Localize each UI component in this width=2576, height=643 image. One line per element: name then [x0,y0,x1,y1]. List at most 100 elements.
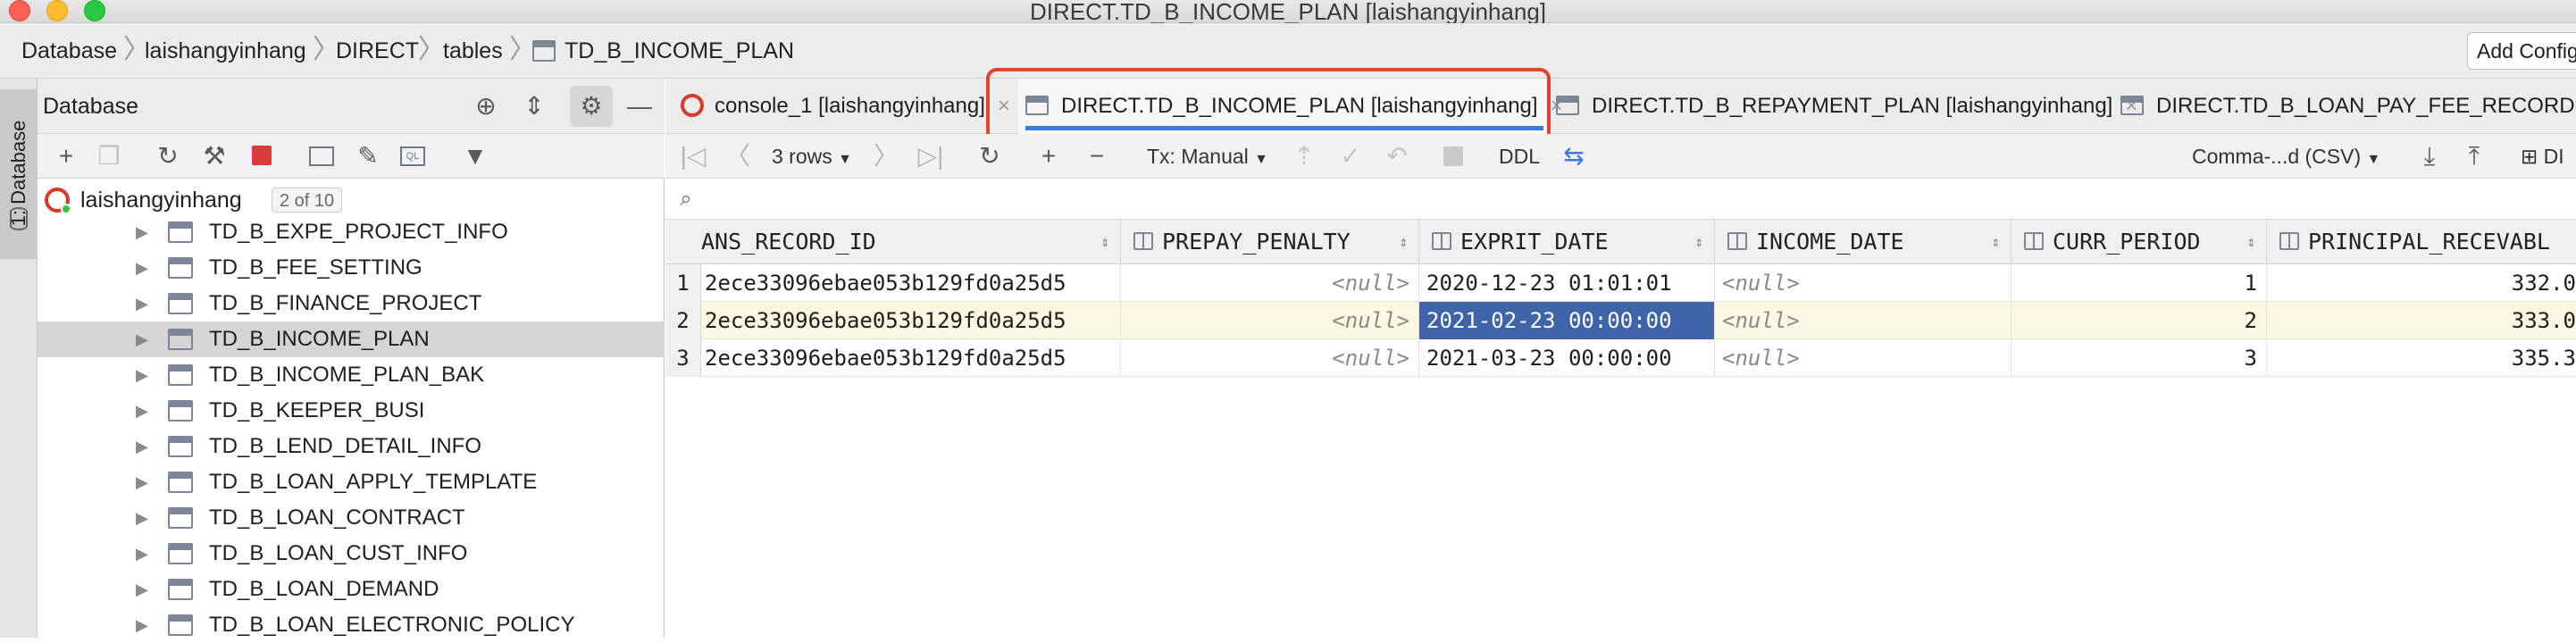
cell-principal-recevable[interactable]: 333.0 [2267,302,2576,339]
cell-exprit-date[interactable]: 2021-03-23 00:00:00 [1419,339,1715,377]
hide-panel-icon[interactable]: — [622,79,657,134]
sort-icon[interactable]: ⇕ [1100,220,1109,264]
add-icon[interactable]: + [50,134,82,179]
filter-icon[interactable]: ▼ [459,134,491,179]
cell-trans-record-id[interactable]: 2ece33096ebae053b129fd0a25d5 [701,339,1121,377]
tree-item-table[interactable]: ▶ TD_B_EXPE_PROJECT_INFO [38,214,665,250]
previous-page-icon[interactable]: 〈 [722,134,754,179]
row-number[interactable]: 3 [665,339,701,377]
add-row-icon[interactable]: + [1033,134,1065,179]
column-header-principal-recevable[interactable]: PRINCIPAL_RECEVABL [2267,220,2576,264]
cell-trans-record-id[interactable]: 2ece33096ebae053b129fd0a25d5 [701,302,1121,339]
row-count-selector[interactable]: 3 rows ▼ [772,134,852,182]
tree-item-table[interactable]: ▶ TD_B_LOAN_DEMAND [38,572,665,607]
sort-icon[interactable]: ⇕ [1991,220,2000,264]
breadcrumb-item-schema[interactable]: DIRECT [336,23,419,79]
tab-loan-pay-fee-record[interactable]: DIRECT.TD_B_LOAN_PAY_FEE_RECORD [laishan… [2120,79,2576,134]
stop-icon[interactable] [252,146,272,165]
tree-item-table[interactable]: ▶ TD_B_LEND_DETAIL_INFO [38,429,665,464]
expand-arrow-icon[interactable]: ▶ [136,250,148,286]
transaction-mode-selector[interactable]: Tx: Manual ▼ [1147,134,1268,182]
cell-principal-recevable[interactable]: 335.3 [2267,339,2576,377]
cell-curr-period[interactable]: 1 [2011,264,2267,302]
tree-item-table[interactable]: ▶ TD_B_KEEPER_BUSI [38,393,665,429]
tree-item-table[interactable]: ▶ TD_B_INCOME_PLAN_BAK [38,357,665,393]
datasource-node[interactable]: laishangyinhang 2 of 10 [38,182,665,218]
reload-icon[interactable]: ↻ [974,134,1006,179]
view-mode-button[interactable]: ⊞ DI [2521,134,2564,179]
tree-item-table[interactable]: ▶ TD_B_FEE_SETTING [38,250,665,286]
export-format-selector[interactable]: Comma-...d (CSV) ▼ [2192,134,2380,182]
breadcrumb-item-datasource[interactable]: laishangyinhang [145,23,306,79]
submit-icon[interactable]: ⇡ [1288,134,1320,179]
cell-principal-recevable[interactable]: 332.0 [2267,264,2576,302]
collapse-all-icon[interactable]: ⇕ [516,79,552,134]
column-header-trans-record-id[interactable]: ANS_RECORD_ID ⇕ [665,220,1121,264]
table-view-icon[interactable] [309,146,334,166]
copy-icon[interactable]: ❐ [93,134,125,179]
tree-item-table[interactable]: ▶ TD_B_LOAN_APPLY_TEMPLATE [38,464,665,500]
first-page-icon[interactable]: |◁ [677,134,709,179]
cell-prepay-penalty[interactable]: <null> [1121,264,1419,302]
cell-curr-period[interactable]: 2 [2011,302,2267,339]
expand-arrow-icon[interactable]: ▶ [136,500,148,536]
column-header-prepay-penalty[interactable]: PREPAY_PENALTY ⇕ [1121,220,1419,264]
tree-item-table[interactable]: ▶ TD_B_LOAN_ELECTRONIC_POLICY [38,607,665,643]
column-header-exprit-date[interactable]: EXPRIT_DATE ⇕ [1419,220,1715,264]
tree-item-table[interactable]: ▶ TD_B_FINANCE_PROJECT [38,286,665,322]
cell-exprit-date[interactable]: 2020-12-23 01:01:01 [1419,264,1715,302]
column-header-curr-period[interactable]: CURR_PERIOD ⇕ [2011,220,2267,264]
breadcrumb-item-table[interactable]: TD_B_INCOME_PLAN [565,23,794,79]
breadcrumb-item-database[interactable]: Database [21,23,117,79]
properties-icon[interactable]: ⚒ [198,134,230,179]
compare-icon[interactable]: ⇆ [1558,134,1590,179]
table-row[interactable]: 3 2ece33096ebae053b129fd0a25d5 <null> 20… [665,339,2576,377]
expand-arrow-icon[interactable]: ▶ [136,607,148,643]
column-header-income-date[interactable]: INCOME_DATE ⇕ [1715,220,2011,264]
expand-arrow-icon[interactable]: ▶ [136,572,148,607]
edit-icon[interactable]: ✎ [352,134,384,179]
cancel-query-icon[interactable] [1443,146,1463,166]
console-icon[interactable]: QL [400,146,425,166]
cell-income-date[interactable]: <null> [1715,302,2011,339]
expand-arrow-icon[interactable]: ▶ [136,286,148,322]
row-number[interactable]: 2 [665,302,701,339]
tree-item-table-selected[interactable]: ▶ TD_B_INCOME_PLAN [38,322,665,357]
cell-prepay-penalty[interactable]: <null> [1121,339,1419,377]
expand-arrow-icon[interactable]: ▶ [136,357,148,393]
table-row[interactable]: 1 2ece33096ebae053b129fd0a25d5 <null> 20… [665,264,2576,302]
tree-item-table[interactable]: ▶ TD_B_LOAN_CONTRACT [38,500,665,536]
cell-income-date[interactable]: <null> [1715,264,2011,302]
commit-icon[interactable]: ✓ [1334,134,1367,179]
tab-console[interactable]: console_1 [laishangyinhang] × [672,79,1010,134]
last-page-icon[interactable]: ▷| [915,134,947,179]
add-configuration-button[interactable]: Add Config [2467,32,2576,70]
filter-input[interactable]: PROJECT_ID = 'b718f732fdaf6fd4e053b129fd… [709,179,1367,253]
breadcrumb-item-tables[interactable]: tables [443,23,503,79]
cell-income-date[interactable]: <null> [1715,339,2011,377]
expand-arrow-icon[interactable]: ▶ [136,322,148,357]
crosshair-icon[interactable]: ⊕ [468,79,504,134]
cell-trans-record-id[interactable]: 2ece33096ebae053b129fd0a25d5 [701,264,1121,302]
cell-exprit-date-selected[interactable]: 2021-02-23 00:00:00 [1419,302,1715,339]
expand-arrow-icon[interactable]: ▶ [136,536,148,572]
expand-arrow-icon[interactable]: ▶ [136,393,148,429]
refresh-icon[interactable]: ↻ [152,134,184,179]
rollback-icon[interactable]: ↶ [1381,134,1413,179]
filter-search-icon[interactable]: ⌕ [668,179,704,220]
sort-icon[interactable]: ⇕ [1694,220,1703,264]
cell-prepay-penalty[interactable]: <null> [1121,302,1419,339]
tree-item-table[interactable]: ▶ TD_B_LOAN_CUST_INFO [38,536,665,572]
cell-curr-period[interactable]: 3 [2011,339,2267,377]
sort-icon[interactable]: ⇕ [2246,220,2255,264]
next-page-icon[interactable]: 〉 [870,134,902,179]
sort-icon[interactable]: ⇕ [1399,220,1408,264]
expand-arrow-icon[interactable]: ▶ [136,464,148,500]
table-row-current[interactable]: 2 2ece33096ebae053b129fd0a25d5 <null> 20… [665,302,2576,339]
tab-repayment-plan[interactable]: DIRECT.TD_B_REPAYMENT_PLAN [laishangyinh… [1556,79,2137,134]
import-upload-icon[interactable]: ⤒ [2458,134,2490,179]
ddl-button[interactable]: DDL [1499,134,1540,179]
expand-arrow-icon[interactable]: ▶ [136,429,148,464]
row-number[interactable]: 1 [665,264,701,302]
delete-row-icon[interactable]: − [1081,134,1113,179]
